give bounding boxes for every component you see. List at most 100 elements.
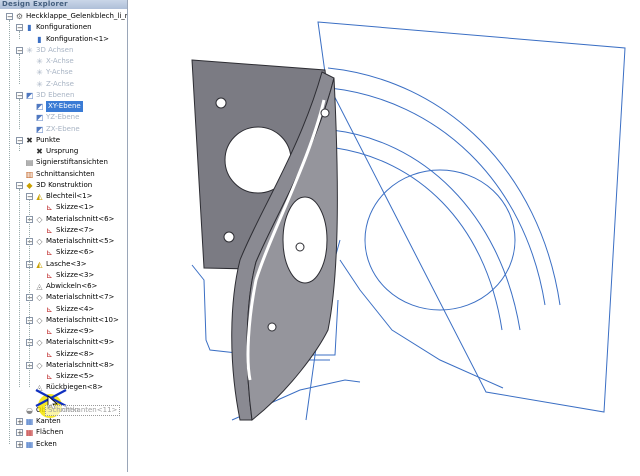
plane-icon: ◩ [35, 124, 44, 134]
tree-item-label: 3D Achsen [36, 45, 74, 54]
tree-item-label: Skizze<9> [56, 327, 95, 335]
sketch-icon: ⊾ [46, 304, 53, 314]
tree-item-label: Y-Achse [46, 68, 73, 77]
tree-expander-icon[interactable]: − [16, 24, 23, 32]
tree-connector [19, 31, 20, 39]
tree-item-label: Konfiguration<1> [46, 34, 110, 43]
model-view[interactable] [128, 0, 640, 472]
tree-item-label: Lasche<3> [46, 259, 87, 268]
sheetmetal-icon: ◭ [36, 192, 43, 201]
tree-item-label: Materialschnitt<10> [46, 315, 119, 324]
tree-item-label: ZX-Ebene [46, 124, 80, 133]
section-view-icon: ▥ [25, 169, 34, 179]
sketch-icon: ⊾ [46, 225, 53, 235]
tree-expander-icon[interactable]: − [6, 13, 13, 21]
sketch-icon: ⊾ [46, 327, 53, 336]
tree-expander-icon[interactable]: − [16, 91, 23, 99]
tree-item-label: Blechteil<1> [46, 192, 93, 200]
origin-icon: ✖ [36, 147, 43, 156]
tree-item-label: Skizze<1> [56, 203, 95, 212]
sketch-icon: ⊾ [46, 372, 53, 381]
sketch-icon: ⊾ [46, 349, 53, 359]
axis-icon: ✳ [36, 79, 43, 89]
axis-icon: ✳ [36, 68, 43, 78]
axes-icon: ✳ [26, 45, 33, 55]
tree-item-label: Ecken [36, 439, 57, 448]
tree-item-label: Skizze<7> [56, 225, 95, 234]
tree-expander-icon[interactable]: + [16, 418, 23, 426]
unfold-icon: ◬ [36, 282, 43, 291]
drag-preview-label: Schnittkanten<11> [45, 405, 121, 416]
tree-item-label: Materialschnitt<7> [46, 293, 115, 302]
tree-expander-icon[interactable]: − [16, 136, 23, 144]
tree-connector [19, 188, 20, 388]
sketch-plane-outline [317, 21, 626, 413]
tree-item-label: Skizze<6> [56, 248, 95, 257]
cut-icon: ◇ [36, 338, 43, 348]
edges-icon: ▦ [25, 417, 34, 426]
tree-connector [19, 53, 20, 84]
3d-viewport[interactable] [128, 0, 640, 472]
tab-icon: ◭ [36, 259, 43, 269]
tree-item-label: Skizze<8> [56, 349, 95, 358]
sketch-icon: ⊾ [46, 270, 53, 280]
tree-item-label: Materialschnitt<6> [46, 214, 115, 223]
tree-connector [19, 98, 20, 129]
front-small-hole [267, 322, 277, 332]
points-icon: ✖ [26, 135, 33, 145]
construction-icon: ◆ [26, 180, 33, 190]
corners-icon: ▦ [25, 439, 34, 449]
cut-icon: ◇ [36, 360, 43, 370]
tree-connector [29, 200, 30, 388]
tree-expander-icon[interactable]: + [16, 429, 23, 437]
tree-expander-icon[interactable]: + [16, 440, 23, 448]
axis-icon: ✳ [36, 57, 43, 66]
tree-item-label: YZ-Ebene [46, 113, 80, 122]
tree-item-label: Konfigurationen [36, 23, 92, 32]
front-small-hole [295, 242, 305, 252]
config-folder-icon: ▮ [27, 23, 32, 33]
tree-item-label: Schnittansichten [36, 169, 95, 178]
faces-icon: ▦ [25, 428, 34, 438]
tree-item-label: 3D Ebenen [36, 90, 75, 99]
tree-item-label: Punkte [36, 135, 61, 144]
cut-icon: ◇ [36, 315, 43, 325]
tree-item-label: Materialschnitt<8> [46, 360, 115, 369]
tree-item-label: XY-Ebene [46, 101, 83, 112]
tree-connector [19, 143, 20, 151]
bracket-small-hole [215, 97, 227, 109]
design-explorer-title: Design Explorer [0, 0, 127, 9]
tree-item-label: Skizze<4> [56, 304, 95, 313]
sketch-icon: ⊾ [46, 203, 53, 213]
signature-view-icon: ▤ [25, 158, 34, 168]
bracket-small-hole [223, 231, 235, 243]
tree-item-label: Flächen [36, 428, 64, 437]
cut-icon: ◇ [36, 293, 43, 303]
front-small-hole [320, 108, 330, 118]
sketch-icon: ⊾ [46, 248, 53, 258]
tree-item-label: 3D Konstruktion [36, 180, 93, 189]
plane-icon: ◩ [35, 102, 44, 111]
tree-connector [9, 20, 10, 444]
tree-expander-icon[interactable]: − [16, 181, 23, 189]
tree-item-label: Heckklappe_Gelenkblech_li_r [26, 12, 128, 20]
tree-item-label: Signierstiftansichten [36, 158, 108, 167]
surfaces-icon: ◒ [26, 405, 33, 415]
part-icon: ⚙ [15, 12, 24, 21]
tree-item-label: Ursprung [46, 147, 79, 155]
design-explorer-panel: Design Explorer − ⚙ Heckklappe_Gelenkblech… [0, 0, 128, 472]
planes-icon: ◩ [25, 90, 34, 100]
tree-item-label: Materialschnitt<5> [46, 237, 115, 245]
plane-icon: ◩ [35, 113, 44, 123]
cut-icon: ◇ [36, 237, 43, 246]
tree-item-label: Materialschnitt<9> [46, 338, 115, 347]
tree-item-label: Skizze<5> [56, 372, 95, 380]
tree-item-label: Skizze<3> [56, 270, 95, 279]
tree-item-label: X-Achse [46, 57, 74, 65]
front-large-hole [282, 196, 328, 284]
tree-item-label: Z-Achse [46, 79, 74, 88]
config-icon: ▮ [37, 34, 42, 44]
tree-expander-icon[interactable]: − [16, 46, 23, 54]
tree-expander-icon[interactable]: − [26, 193, 33, 201]
cut-icon: ◇ [36, 214, 43, 224]
